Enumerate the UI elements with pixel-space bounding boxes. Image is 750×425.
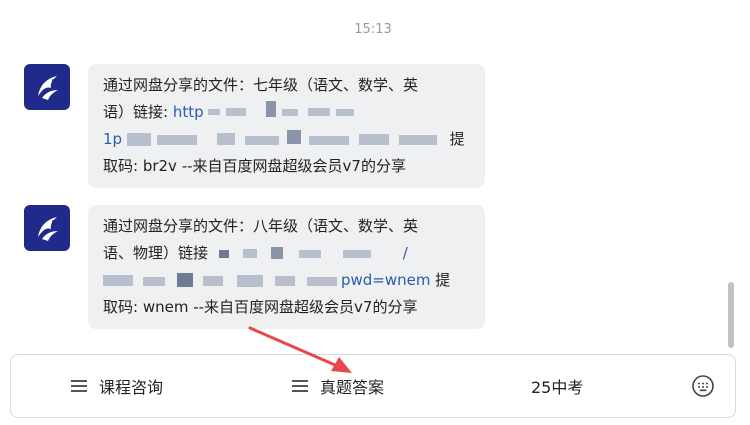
sender-avatar[interactable] [24, 64, 70, 110]
message-text-line: pwd=wnem 提 [103, 267, 471, 294]
logo-icon [38, 217, 58, 241]
sender-avatar[interactable] [24, 205, 70, 251]
scrollbar-thumb[interactable] [728, 282, 734, 348]
menu-item-label: 25中考 [531, 378, 584, 397]
menu-icon [292, 380, 308, 392]
message-text-line: 通过网盘分享的文件：八年级（语文、数学、英 [103, 217, 419, 235]
redacted-link [213, 246, 403, 260]
keyboard-icon [692, 375, 714, 397]
menu-item-exam-answers[interactable]: 真题答案 [292, 355, 384, 417]
menu-item-label: 真题答案 [320, 378, 385, 397]
message-text-line: 语、物理）链接 / [103, 240, 471, 267]
redacted-link [103, 273, 341, 287]
message-text-line: 通过网盘分享的文件：七年级（语文、数学、英 [103, 76, 419, 94]
message-text-line: 取码: wnem --来自百度网盘超级会员v7的分享 [103, 298, 418, 316]
redacted-link [126, 130, 445, 146]
menu-item-label: 课程咨询 [99, 378, 164, 397]
share-link[interactable]: http [173, 103, 204, 121]
message-text-line: 1p 提 [103, 126, 471, 153]
message-text-fragment: 提 [430, 271, 451, 289]
menu-item-course-consult[interactable]: 课程咨询 [71, 355, 163, 417]
bottom-menu-bar: 课程咨询 真题答案 25中考 [10, 354, 736, 418]
share-link[interactable]: / [403, 244, 408, 262]
share-link-password[interactable]: pwd=wnem [341, 271, 431, 289]
message-text-line: 取码: br2v --来自百度网盘超级会员v7的分享 [103, 157, 406, 175]
link-label: 语、物理）链接 [103, 244, 209, 262]
menu-item-25-zhongkao[interactable]: 25中考 [531, 355, 583, 417]
redacted-link [208, 101, 358, 119]
message-bubble[interactable]: 通过网盘分享的文件：七年级（语文、数学、英 语）链接: http 1p 提 取码… [88, 64, 485, 188]
logo-icon [38, 76, 58, 100]
menu-icon [71, 380, 87, 392]
message-timestamp: 15:13 [354, 22, 392, 37]
message-text-fragment: 提 [444, 130, 465, 148]
share-link-cont[interactable]: 1p [103, 130, 122, 148]
message-bubble[interactable]: 通过网盘分享的文件：八年级（语文、数学、英 语、物理）链接 / pwd=wnem… [88, 205, 485, 329]
link-label: 语）链接: [103, 103, 173, 121]
keyboard-toggle-button[interactable] [691, 374, 715, 398]
message-text-line: 语）链接: http [103, 99, 471, 126]
chat-area: 15:13 通过网盘分享的文件：七年级（语文、数学、英 语）链接: http 1… [0, 0, 738, 348]
